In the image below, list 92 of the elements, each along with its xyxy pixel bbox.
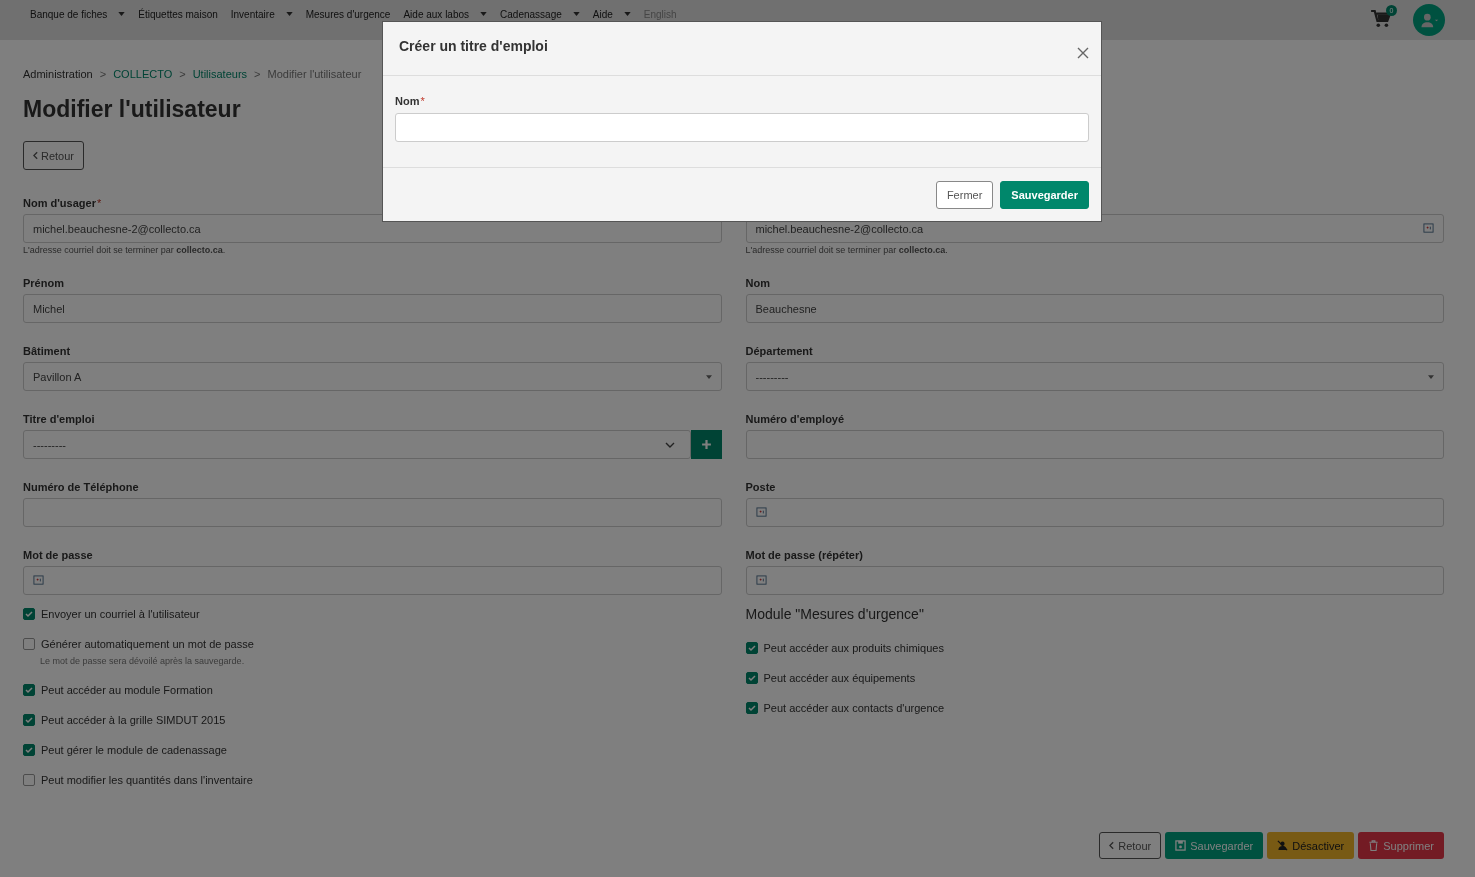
user-icon <box>1419 11 1439 29</box>
checkbox-label: Peut accéder aux contacts d'urgence <box>763 702 945 714</box>
chevron-left-icon <box>33 151 38 160</box>
nav-menu-item[interactable]: Cadenassage <box>500 8 580 20</box>
close-button[interactable]: Fermer <box>935 181 994 209</box>
select-field[interactable]: --------- <box>23 430 691 459</box>
checkbox-label: Peut accéder aux produits chimiques <box>763 642 944 654</box>
password-manager-icon[interactable] <box>755 507 767 518</box>
text-field[interactable] <box>745 498 1444 527</box>
nav-menu-item[interactable]: Banque de fiches <box>30 8 126 20</box>
field-label: Nom <box>745 277 770 291</box>
checkbox-label: Envoyer un courriel à l'utilisateur <box>41 608 200 620</box>
trash-icon <box>1368 840 1380 851</box>
text-field[interactable] <box>23 566 722 595</box>
nav-menu-item[interactable]: Aide <box>592 8 631 20</box>
breadcrumb-separator: > <box>99 68 107 80</box>
select-field[interactable]: Pavillon A <box>23 362 722 391</box>
save-button[interactable]: Sauvegarder <box>1000 181 1089 209</box>
chevron-down-icon <box>664 441 675 448</box>
checkbox-label: Générer automatiquement un mot de passe <box>41 638 254 650</box>
breadcrumb-link[interactable]: Utilisateurs <box>192 68 248 80</box>
checkbox-label: Peut gérer le module de cadenassage <box>41 744 227 756</box>
password-manager-icon[interactable] <box>33 575 44 586</box>
checkbox[interactable] <box>23 774 35 786</box>
deactivate-button[interactable]: Désactiver <box>1267 832 1355 859</box>
password-manager-icon[interactable] <box>1423 223 1434 234</box>
breadcrumb-item: Modifier l'utilisateur <box>267 68 362 80</box>
user-menu-button[interactable] <box>1413 4 1445 36</box>
close-icon <box>1077 46 1089 59</box>
nav-menu-item[interactable]: Mesures d'urgence <box>305 8 391 20</box>
modal-title: Créer un titre d'emploi <box>399 37 548 54</box>
text-field[interactable] <box>745 430 1444 459</box>
select-field[interactable]: --------- <box>745 362 1444 391</box>
checkbox[interactable] <box>745 672 758 684</box>
field-label: Numéro d'employé <box>745 413 845 427</box>
add-button[interactable] <box>690 430 722 459</box>
checkbox-label: Peut accéder aux équipements <box>763 672 916 684</box>
close-button[interactable] <box>1077 46 1089 59</box>
field-label: Mot de passe (répéter) <box>745 549 863 563</box>
checkbox[interactable] <box>745 702 758 714</box>
dropdown-caret-icon <box>118 12 126 16</box>
field-label: Nom d'usager <box>23 197 96 211</box>
delete-button[interactable]: Supprimer <box>1358 832 1444 859</box>
breadcrumb-separator: > <box>179 68 186 80</box>
breadcrumb-separator: > <box>254 68 261 80</box>
help-text: L'adresse courriel doit se terminer par collecto.ca. <box>745 245 949 255</box>
cart-icon[interactable] <box>1371 10 1391 28</box>
dropdown-caret-icon <box>572 12 580 16</box>
chevron-left-icon <box>1109 841 1115 850</box>
dropdown-caret-icon <box>705 374 712 379</box>
nav-menu-item[interactable]: Étiquettes maison <box>138 8 218 20</box>
required-mark: * <box>96 197 102 211</box>
text-field[interactable]: Beauchesne <box>745 294 1444 323</box>
checkbox-label: Peut accéder au module Formation <box>41 684 213 696</box>
help-text: L'adresse courriel doit se terminer par collecto.ca. <box>23 245 227 255</box>
name-input-field[interactable] <box>395 113 1089 142</box>
nav-menu-item[interactable]: Aide aux labos <box>403 8 488 20</box>
text-field[interactable] <box>745 566 1444 595</box>
back-button[interactable]: Retour <box>23 141 85 170</box>
field-label: Prénom <box>23 277 64 291</box>
checkbox[interactable] <box>23 638 35 650</box>
field-label: Titre d'emploi <box>23 413 95 427</box>
text-field[interactable] <box>23 498 722 527</box>
dropdown-caret-icon <box>623 12 631 16</box>
checkbox[interactable] <box>23 684 35 696</box>
field-label: Poste <box>745 481 776 495</box>
checkbox[interactable] <box>23 608 35 620</box>
breadcrumb-link[interactable]: COLLECTO <box>113 68 173 80</box>
text-field[interactable]: Michel <box>23 294 722 323</box>
dropdown-caret-icon <box>285 12 293 16</box>
dropdown-caret-icon <box>1428 374 1434 379</box>
field-label: Bâtiment <box>23 345 71 359</box>
user-slash-icon <box>1277 840 1289 851</box>
breadcrumb-item: Administration <box>23 68 93 80</box>
field-label: Nom <box>395 95 420 107</box>
checkbox-label: Peut modifier les quantités dans l'inventaire <box>41 774 253 786</box>
save-button[interactable]: Sauvegarder <box>1165 832 1264 859</box>
dropdown-caret-icon <box>480 12 488 16</box>
page-title: Modifier l'utilisateur <box>23 96 241 123</box>
checkbox-label: Peut accéder à la grille SIMDUT 2015 <box>41 714 226 726</box>
nav-menu-item[interactable]: Inventaire <box>230 8 293 20</box>
plus-icon <box>700 439 712 450</box>
field-label: Numéro de Téléphone <box>23 481 139 495</box>
field-label: Mot de passe <box>23 549 93 563</box>
checkbox[interactable] <box>23 744 35 756</box>
checkbox[interactable] <box>745 642 758 654</box>
field-label: Département <box>745 345 813 359</box>
checkbox[interactable] <box>23 714 35 726</box>
section-heading: Module "Mesures d'urgence" <box>745 606 925 622</box>
required-mark: * <box>420 95 425 107</box>
password-manager-icon[interactable] <box>755 575 767 586</box>
back-button[interactable]: Retour <box>1099 832 1162 859</box>
